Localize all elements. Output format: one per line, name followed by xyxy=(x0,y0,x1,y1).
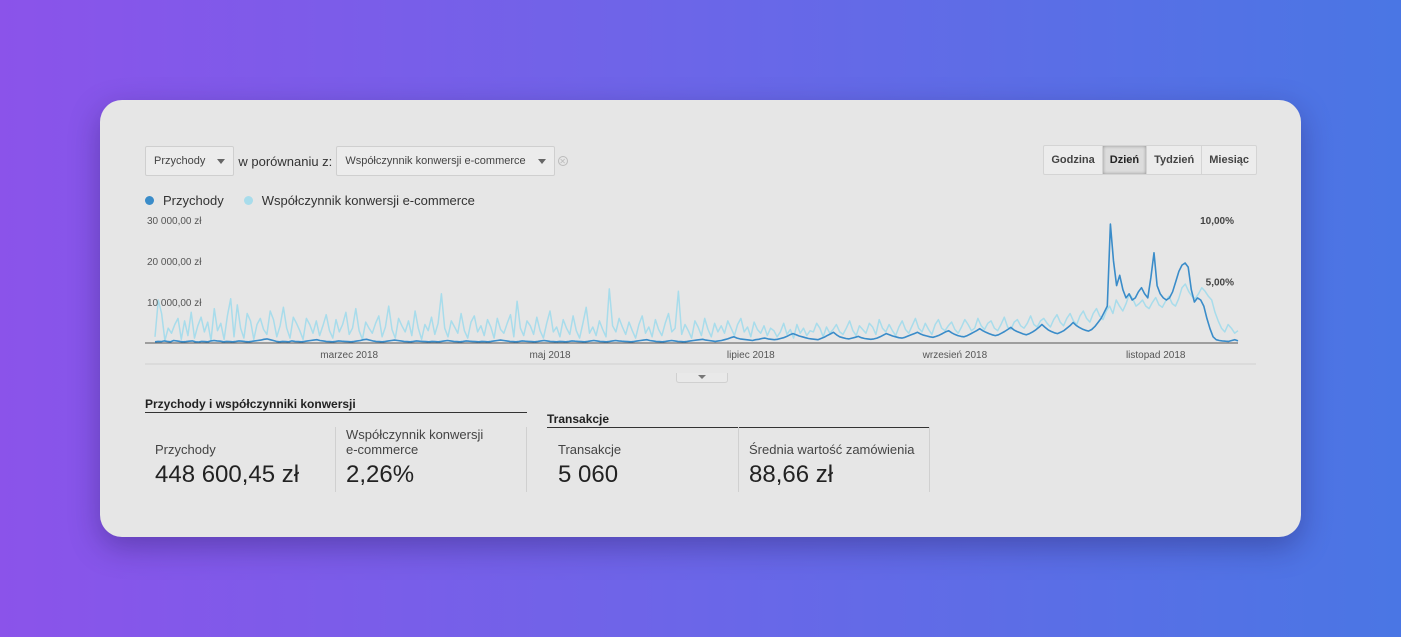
legend-item-revenue[interactable]: Przychody xyxy=(145,193,224,208)
metric-label: Średnia wartość zamówienia xyxy=(749,442,915,457)
metric-toolbar: Przychody w porównaniu z: Współczynnik k… xyxy=(145,145,568,177)
metric-label: Współczynnik konwersji e-commerce xyxy=(346,427,484,457)
collapse-chart-toggle[interactable] xyxy=(676,373,728,383)
chevron-down-icon xyxy=(698,375,706,379)
y-tick-label-right: 5,00% xyxy=(1206,278,1234,289)
y-tick-label-left: 20 000,00 zł xyxy=(147,257,202,268)
series-line-conversion xyxy=(154,283,1239,342)
metric-transactions[interactable]: Transakcje 5 060 xyxy=(558,427,728,492)
metric-value: 448 600,45 zł xyxy=(155,461,300,488)
compare-metric-value: Współczynnik konwersji e-commerce xyxy=(345,155,526,167)
compare-label: w porównaniu z: xyxy=(238,153,333,169)
section-title-revenue: Przychody i współczynniki konwersji xyxy=(145,397,527,413)
legend-dot xyxy=(243,196,253,205)
y-tick-label-right: 10,00% xyxy=(1200,216,1234,227)
y-tick-label-left: 10 000,00 zł xyxy=(147,298,202,309)
metric-label: Przychody xyxy=(155,442,216,457)
line-chart: 30 000,00 zł 20 000,00 zł 10 000,00 zł 10,0… xyxy=(145,216,1256,365)
x-tick-label: marzec 2018 xyxy=(320,350,378,361)
primary-metric-select[interactable]: Przychody xyxy=(145,146,235,176)
divider xyxy=(929,427,930,492)
metric-label: Transakcje xyxy=(558,442,622,457)
metric-value: 5 060 xyxy=(558,461,619,488)
x-tick-label: maj 2018 xyxy=(529,350,571,361)
period-day-button[interactable]: Dzień xyxy=(1102,146,1148,174)
legend-label: Przychody xyxy=(163,193,224,208)
divider xyxy=(526,427,527,492)
primary-metric-value: Przychody xyxy=(154,155,206,167)
metric-avg-order-value[interactable]: Średnia wartość zamówienia 88,66 zł xyxy=(749,427,924,492)
metric-conversion-rate[interactable]: Współczynnik konwersji e-commerce 2,26% xyxy=(346,427,496,492)
chevron-down-icon xyxy=(217,158,226,164)
metric-revenue[interactable]: Przychody 448 600,45 zł xyxy=(155,427,325,492)
period-month-button[interactable]: Miesiąc xyxy=(1202,146,1256,174)
close-icon[interactable]: ✕ xyxy=(557,156,568,166)
legend-item-conversion[interactable]: Współczynnik konwersji e-commerce xyxy=(243,193,475,208)
metric-value: 2,26% xyxy=(346,461,415,488)
chart-legend: Przychody Współczynnik konwersji e-comme… xyxy=(145,193,495,208)
metric-value: 88,66 zł xyxy=(749,461,834,488)
legend-dot xyxy=(145,196,154,205)
divider xyxy=(335,427,336,492)
analytics-card: Przychody w porównaniu z: Współczynnik k… xyxy=(100,100,1301,537)
period-toggle: Godzina Dzień Tydzień Miesiąc xyxy=(1043,145,1257,175)
divider xyxy=(738,427,739,492)
x-tick-label: lipiec 2018 xyxy=(727,350,775,361)
period-hour-button[interactable]: Godzina xyxy=(1044,146,1103,174)
compare-metric-select[interactable]: Współczynnik konwersji e-commerce xyxy=(336,146,555,176)
x-tick-label: listopad 2018 xyxy=(1126,350,1186,361)
legend-label: Współczynnik konwersji e-commerce xyxy=(261,193,475,208)
section-title-transactions: Transakcje xyxy=(547,412,929,428)
y-tick-label-left: 30 000,00 zł xyxy=(147,216,202,227)
period-week-button[interactable]: Tydzień xyxy=(1147,146,1203,174)
x-tick-label: wrzesień 2018 xyxy=(922,350,988,361)
chevron-down-icon xyxy=(537,158,546,164)
